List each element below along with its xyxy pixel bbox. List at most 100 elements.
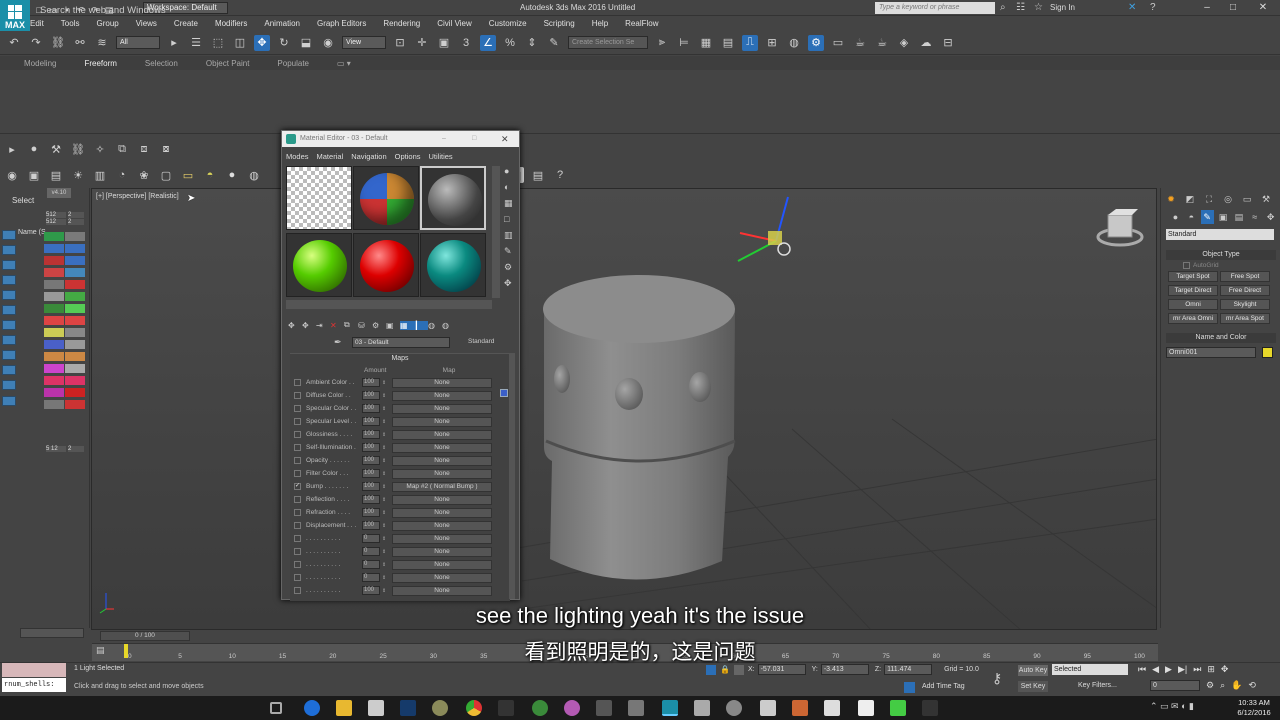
plugin-thumb[interactable]	[65, 376, 85, 385]
windows-start-icon[interactable]	[8, 5, 22, 19]
menu-rendering[interactable]: Rendering	[383, 19, 420, 28]
cylinder-object[interactable]	[543, 275, 736, 580]
menu-modes[interactable]: Modes	[286, 152, 309, 161]
spinner-icon[interactable]: ⇕	[382, 588, 388, 594]
unreal-engine-icon[interactable]	[726, 700, 742, 716]
options-icon[interactable]: ⚙	[504, 262, 518, 278]
task-view-icon[interactable]	[270, 702, 282, 714]
mr-area-spot-button[interactable]: mr Area Spot	[1220, 313, 1270, 324]
plugin-thumb[interactable]	[44, 376, 64, 385]
sample-slot[interactable]	[353, 233, 419, 297]
bind-space-warp-icon[interactable]: ≋	[94, 35, 110, 51]
menu-material[interactable]: Material	[317, 152, 344, 161]
plugin-thumb[interactable]	[65, 268, 85, 277]
map-amount-field[interactable]: 100	[362, 391, 380, 400]
map-enable-checkbox[interactable]	[294, 574, 301, 581]
photoshop-icon[interactable]	[400, 700, 416, 716]
pivot-center-icon[interactable]: ⊡	[392, 35, 408, 51]
make-unique-icon[interactable]: ⧉	[344, 320, 358, 330]
minimize-icon[interactable]: –	[1196, 0, 1218, 16]
plugin-thumb[interactable]	[65, 232, 85, 241]
toggle-ribbon-icon[interactable]: ▤	[720, 35, 736, 51]
map-enable-checkbox[interactable]	[294, 431, 301, 438]
make-preview-icon[interactable]: ✎	[504, 246, 518, 262]
select-and-place-icon[interactable]: ◉	[320, 35, 336, 51]
eyedropper-icon[interactable]: ✒	[334, 337, 342, 348]
ribbon-options-icon[interactable]: ▭ ▾	[337, 59, 351, 68]
material-name-field[interactable]: 03 - Default	[352, 337, 450, 348]
menu-scripting[interactable]: Scripting	[544, 19, 575, 28]
maps-rollout-title[interactable]: Maps	[290, 354, 510, 364]
menu-create[interactable]: Create	[174, 19, 198, 28]
map-slot-button[interactable]: None	[392, 572, 492, 583]
absolute-mode-icon[interactable]	[733, 664, 744, 675]
isolate-selection-icon[interactable]	[706, 664, 716, 675]
display-shapes-icon[interactable]: ▤	[48, 167, 64, 183]
map-amount-field[interactable]: 0	[362, 547, 380, 556]
plugin-thumb[interactable]	[44, 304, 64, 313]
undo-icon[interactable]: ↶	[6, 35, 22, 51]
percent-snap-icon[interactable]: %	[502, 35, 518, 51]
go-to-parent-icon[interactable]: ┃	[414, 320, 428, 330]
plane-primitive-icon[interactable]: ▭	[180, 167, 196, 183]
plugin-thumb[interactable]	[65, 292, 85, 301]
shapes-category-icon[interactable]: ◓	[1185, 210, 1198, 224]
reset-map-icon[interactable]: ✕	[330, 321, 344, 330]
plugin-thumb[interactable]	[44, 364, 64, 373]
map-slot-button[interactable]: None	[392, 546, 492, 557]
menu-animation[interactable]: Animation	[264, 19, 300, 28]
object-type-rollout[interactable]: Object Type	[1166, 250, 1276, 260]
hammer-icon[interactable]: ⚒	[48, 141, 64, 157]
spinner-icon[interactable]: ⇕	[382, 432, 388, 438]
map-enable-checkbox[interactable]	[294, 496, 301, 503]
spinner-icon[interactable]: ⇕	[382, 458, 388, 464]
app-icon[interactable]	[432, 700, 448, 716]
plugin-thumb[interactable]	[44, 400, 64, 409]
select-and-rotate-icon[interactable]: ↻	[276, 35, 292, 51]
map-slot-button[interactable]: None	[392, 507, 492, 518]
map-amount-field[interactable]: 0	[362, 560, 380, 569]
spinner-icon[interactable]: ⇕	[382, 497, 388, 503]
map-enable-checkbox[interactable]	[294, 522, 301, 529]
zoom-icon[interactable]: ⌕	[1220, 680, 1225, 691]
map-slot-button[interactable]: None	[392, 377, 492, 388]
map-enable-checkbox[interactable]	[294, 587, 301, 594]
background-icon[interactable]: ▦	[504, 198, 518, 214]
curve-editor-icon[interactable]: ⎍	[742, 34, 758, 51]
map-slot-button[interactable]: None	[392, 494, 492, 505]
minimize-icon[interactable]: –	[442, 131, 446, 147]
menu-utilities[interactable]: Utilities	[429, 152, 453, 161]
map-enable-checkbox[interactable]	[294, 535, 301, 542]
select-and-move-icon[interactable]: ✥	[254, 34, 270, 51]
chrome-icon[interactable]	[466, 700, 482, 716]
tab-selection[interactable]: Selection	[145, 59, 178, 68]
show-end-result-icon[interactable]: ▦	[400, 320, 414, 330]
map-amount-field[interactable]: 100	[362, 521, 380, 530]
current-frame-field[interactable]: 0	[1150, 680, 1200, 691]
time-config-icon[interactable]: ⚙	[1206, 680, 1214, 691]
plugin-thumb[interactable]	[44, 388, 64, 397]
search-icon[interactable]: ⌕	[1000, 2, 1006, 13]
map-amount-field[interactable]: 100	[362, 586, 380, 595]
sample-slot[interactable]	[420, 233, 486, 297]
selection-filter-dropdown[interactable]: All	[116, 36, 160, 49]
select-icon[interactable]: ▸	[4, 141, 20, 157]
spinner-icon[interactable]: ⇕	[382, 510, 388, 516]
select-object-icon[interactable]: ▸	[166, 35, 182, 51]
display-spacewarps-icon[interactable]: ❀	[136, 167, 152, 183]
map-enable-checkbox[interactable]: ✓	[294, 483, 301, 490]
map-enable-checkbox[interactable]	[294, 548, 301, 555]
plugin-thumb[interactable]	[44, 256, 64, 265]
layer-strip-icon[interactable]	[2, 380, 16, 390]
time-tag-icon[interactable]	[904, 682, 915, 693]
display-lights-icon[interactable]: ☀	[70, 167, 86, 183]
menu-edit[interactable]: Edit	[30, 19, 44, 28]
display-groups-icon[interactable]: ▢	[158, 167, 174, 183]
map-enable-checkbox[interactable]	[294, 509, 301, 516]
map-slot-button[interactable]: None	[392, 403, 492, 414]
help-icon[interactable]: ?	[1150, 2, 1156, 13]
sample-slot[interactable]	[420, 166, 486, 230]
map-slot-button[interactable]: None	[392, 468, 492, 479]
app-icon[interactable]	[628, 700, 644, 716]
map-enable-checkbox[interactable]	[294, 561, 301, 568]
